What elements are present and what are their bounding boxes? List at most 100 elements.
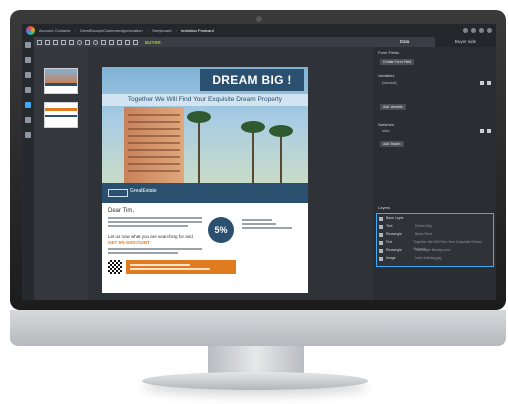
app-logo-icon[interactable] bbox=[26, 26, 35, 35]
add-switch-button[interactable]: Add Switch bbox=[380, 141, 404, 147]
home-icon[interactable] bbox=[25, 42, 31, 48]
palm-tree-leaves bbox=[187, 111, 211, 123]
page-prev-icon[interactable] bbox=[109, 39, 114, 45]
title-bar: Account Contacts › GreatEscapeCustomerAp… bbox=[22, 24, 496, 37]
buyer-mode-label[interactable]: BUYER bbox=[145, 40, 161, 45]
ellipse-tool-icon[interactable] bbox=[77, 39, 82, 45]
panel-tabs: Data Buyer side bbox=[374, 37, 496, 47]
palm-tree-leaves bbox=[269, 125, 293, 137]
page-thumbnail-back[interactable] bbox=[44, 102, 78, 128]
page-thumbnail-front[interactable] bbox=[44, 68, 78, 94]
text-layer-icon bbox=[379, 240, 383, 245]
breadcrumb-account-contacts[interactable]: Account Contacts bbox=[39, 28, 70, 33]
form-fields-header[interactable]: Form Fields bbox=[378, 50, 399, 55]
align-icon[interactable] bbox=[101, 39, 106, 45]
hero-photo[interactable]: DREAM BIG ! Together We Will Find Your E… bbox=[102, 67, 308, 183]
qr-code[interactable] bbox=[108, 260, 122, 274]
desktop-scene: Account Contacts › GreatEscapeCustomerAp… bbox=[0, 0, 508, 404]
layer-row[interactable]: Image hotel-building.jpg bbox=[379, 255, 491, 262]
breadcrumb-separator: › bbox=[175, 28, 177, 33]
breadcrumb-separator: › bbox=[74, 28, 76, 33]
address-line bbox=[242, 219, 272, 221]
body-text-line bbox=[108, 252, 178, 254]
headline-text[interactable]: DREAM BIG ! bbox=[200, 69, 304, 91]
delete-icon[interactable] bbox=[487, 129, 491, 133]
delete-icon[interactable] bbox=[487, 81, 491, 85]
globe-icon[interactable] bbox=[25, 87, 31, 93]
body-text-line bbox=[108, 225, 188, 227]
layers-list: Base Layer Text Dream Big Rectangle Basi… bbox=[376, 213, 494, 267]
variables-header[interactable]: Variables bbox=[378, 73, 394, 78]
table-tool-icon[interactable] bbox=[61, 39, 66, 45]
layer-row[interactable]: Text Dream Big bbox=[379, 223, 491, 230]
page-thumbnails bbox=[34, 47, 88, 300]
create-form-field-button[interactable]: Create Form Field bbox=[380, 59, 415, 65]
image-tool-icon[interactable] bbox=[45, 39, 50, 45]
database-icon[interactable] bbox=[25, 117, 31, 123]
tagline-text[interactable]: Together We Will Find Your Exquisite Dre… bbox=[102, 94, 308, 106]
redo-icon[interactable] bbox=[471, 28, 476, 33]
app-screen: Account Contacts › GreatEscapeCustomerAp… bbox=[22, 24, 496, 300]
layer-icon bbox=[379, 216, 383, 221]
body-text-line bbox=[108, 221, 202, 223]
switch-item[interactable]: Main bbox=[382, 129, 390, 133]
text-tool-icon[interactable] bbox=[53, 39, 58, 45]
offer-text[interactable]: Let us now what you are searching for an… bbox=[108, 234, 193, 239]
cta-banner[interactable] bbox=[126, 260, 236, 274]
breadcrumb-campaign[interactable]: GreatEscapeCustomerAppreciation bbox=[80, 28, 143, 33]
image-layer-icon bbox=[379, 256, 383, 261]
text-layer-icon bbox=[379, 224, 383, 229]
switches-header[interactable]: Switches bbox=[378, 122, 394, 127]
palm-tree-trunk bbox=[198, 117, 200, 183]
zoom-icon[interactable] bbox=[93, 39, 98, 45]
monitor-chin bbox=[10, 310, 506, 346]
palm-tree-trunk bbox=[280, 131, 282, 183]
layer-row[interactable]: Text Together We Will Find Your Exquisit… bbox=[379, 239, 491, 251]
salutation-text[interactable]: Dear Tim, bbox=[108, 208, 134, 214]
tab-data[interactable]: Data bbox=[374, 37, 435, 47]
document-icon[interactable] bbox=[25, 102, 31, 108]
discount-badge[interactable]: 5% bbox=[208, 217, 234, 243]
add-variable-button[interactable]: Add Variable bbox=[380, 104, 406, 110]
preview-icon[interactable] bbox=[133, 39, 138, 45]
editor-toolbar: BUYER bbox=[34, 37, 374, 47]
layer-row[interactable]: Rectangle Rectangle Background bbox=[379, 247, 491, 254]
body-text-line bbox=[108, 217, 202, 219]
tab-buyer-side[interactable]: Buyer side bbox=[435, 37, 496, 47]
line-tool-icon[interactable] bbox=[85, 39, 90, 45]
properties-panel: Data Buyer side Form Fields Create Form … bbox=[374, 37, 496, 300]
breadcrumb-separator: › bbox=[146, 28, 148, 33]
design-canvas[interactable]: DREAM BIG ! Together We Will Find Your E… bbox=[88, 47, 374, 300]
window-controls bbox=[463, 28, 496, 33]
monitor-stand-base bbox=[142, 372, 368, 390]
left-sidebar bbox=[22, 37, 34, 300]
address-line bbox=[242, 223, 276, 225]
chart-icon[interactable] bbox=[25, 57, 31, 63]
rectangle-tool-icon[interactable] bbox=[69, 39, 74, 45]
brand-band[interactable]: GreatEstate bbox=[102, 183, 308, 203]
variable-item[interactable]: [Variable] bbox=[382, 81, 397, 85]
list-icon[interactable] bbox=[25, 72, 31, 78]
palm-tree-trunk bbox=[252, 127, 254, 183]
postcard-document[interactable]: DREAM BIG ! Together We Will Find Your E… bbox=[102, 67, 308, 293]
breadcrumb-storyboard[interactable]: Storyboard bbox=[152, 28, 172, 33]
breadcrumb-document[interactable]: Invitation Postcard bbox=[181, 28, 214, 33]
brand-logo bbox=[108, 189, 128, 197]
edit-icon[interactable] bbox=[480, 129, 484, 133]
building-image bbox=[124, 107, 184, 183]
undo-icon[interactable] bbox=[463, 28, 468, 33]
layer-row[interactable]: Rectangle Basic Rect bbox=[379, 231, 491, 238]
copy-icon[interactable] bbox=[125, 39, 130, 45]
page-next-icon[interactable] bbox=[117, 39, 122, 45]
offer-highlight[interactable]: GET 5% DISCOUNT bbox=[108, 240, 150, 245]
palm-tree-leaves bbox=[241, 121, 265, 133]
layers-header[interactable]: Layers bbox=[378, 205, 390, 210]
user-icon[interactable] bbox=[487, 28, 492, 33]
edit-icon[interactable] bbox=[480, 81, 484, 85]
rectangle-layer-icon bbox=[379, 248, 383, 253]
layer-row[interactable]: Base Layer bbox=[379, 215, 491, 222]
settings-icon[interactable] bbox=[479, 28, 484, 33]
address-line bbox=[242, 227, 292, 229]
calendar-icon[interactable] bbox=[25, 132, 31, 138]
new-page-icon[interactable] bbox=[37, 39, 42, 45]
